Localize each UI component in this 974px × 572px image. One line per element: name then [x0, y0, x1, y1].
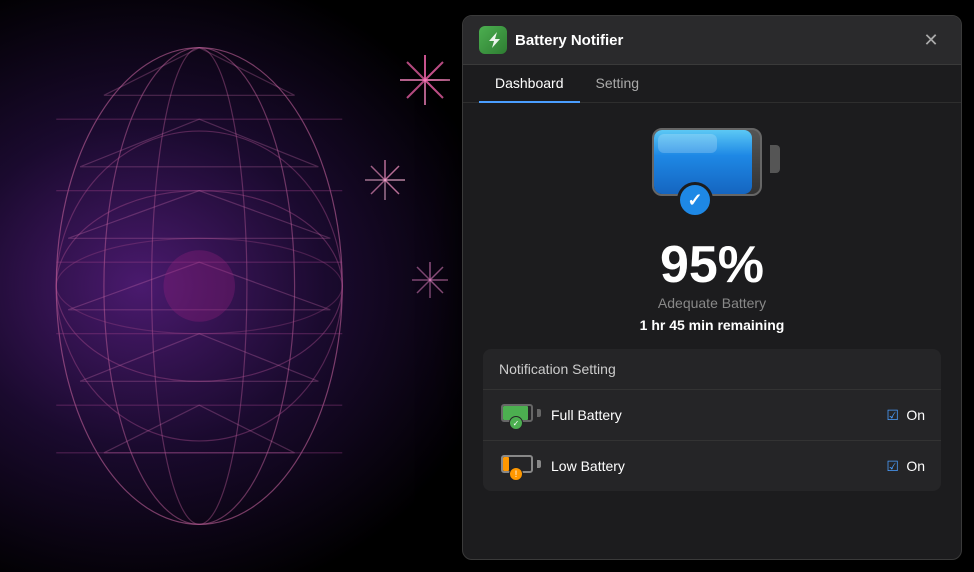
battery-time: 1 hr 45 min remaining — [640, 317, 785, 333]
notification-section: Notification Setting ✓ Full Battery ☑ On — [483, 349, 941, 491]
low-battery-icon: ! — [499, 451, 539, 481]
low-battery-label: Low Battery — [551, 458, 886, 474]
nav-tabs: Dashboard Setting — [463, 65, 961, 103]
notification-row-full-battery: ✓ Full Battery ☑ On — [483, 389, 941, 440]
battery-gloss — [658, 134, 717, 153]
low-battery-toggle[interactable]: ☑ On — [886, 458, 925, 474]
battery-checkmark: ✓ — [677, 182, 713, 218]
tab-dashboard[interactable]: Dashboard — [479, 65, 580, 103]
app-icon — [479, 26, 507, 54]
full-battery-check-icon: ✓ — [509, 416, 523, 430]
battery-tip — [770, 145, 780, 173]
battery-percent: 95% — [660, 239, 764, 291]
close-button[interactable]: ✕ — [917, 26, 945, 54]
dashboard-content: ✓ 95% Adequate Battery 1 hr 45 min remai… — [463, 103, 961, 511]
low-battery-toggle-label: On — [906, 458, 925, 474]
low-battery-warn-icon: ! — [509, 467, 523, 481]
low-battery-checkbox-icon: ☑ — [886, 458, 902, 474]
bg-left — [0, 0, 470, 572]
fireworks-decoration — [355, 0, 465, 420]
battery-notifier-panel: Battery Notifier ✕ Dashboard Setting ✓ 9… — [462, 15, 962, 560]
full-battery-icon: ✓ — [499, 400, 539, 430]
battery-visual: ✓ — [652, 123, 772, 213]
battery-status: Adequate Battery — [658, 295, 766, 311]
titlebar: Battery Notifier ✕ — [463, 16, 961, 65]
tab-setting[interactable]: Setting — [580, 65, 656, 103]
notification-header: Notification Setting — [483, 349, 941, 389]
full-battery-toggle[interactable]: ☑ On — [886, 407, 925, 423]
full-battery-label: Full Battery — [551, 407, 886, 423]
app-title: Battery Notifier — [515, 32, 623, 49]
titlebar-left: Battery Notifier — [479, 26, 623, 54]
notification-row-low-battery: ! Low Battery ☑ On — [483, 440, 941, 491]
full-battery-toggle-label: On — [906, 407, 925, 423]
full-battery-checkbox-icon: ☑ — [886, 407, 902, 423]
